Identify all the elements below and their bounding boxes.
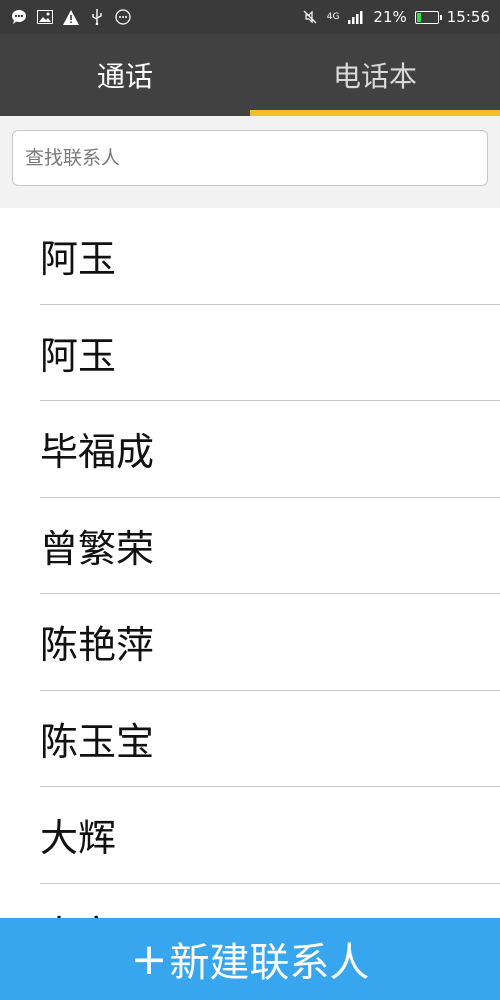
status-bar-left [10,8,132,26]
contact-name: 陈玉宝 [40,719,155,764]
new-contact-label: 新建联系人 [169,940,370,986]
mute-icon [301,8,319,26]
contact-row[interactable]: 陈玉宝 [40,691,500,787]
tab-bar: 通话 电话本 [0,34,500,116]
status-bar: 4G 21% 15:56 [0,0,500,34]
battery-level [416,12,421,22]
contact-row[interactable]: 陈艳萍 [40,594,500,691]
status-bar-right: 4G 21% 15:56 [301,8,490,26]
contact-name: 曾繁荣 [40,526,155,571]
contact-row[interactable]: 大辉 [40,787,500,884]
contact-row[interactable]: 曾繁荣 [40,498,500,594]
image-notification-icon [36,8,54,26]
contact-name: 陈艳萍 [40,623,155,668]
contact-name: 大文 [40,904,116,918]
tab-calls[interactable]: 通话 [0,34,250,116]
usb-icon [88,8,106,26]
battery-percent: 21% [373,8,407,26]
contact-list[interactable]: 阿玉 阿玉 毕福成 曾繁荣 陈艳萍 陈玉宝 大辉 大文 [0,208,500,918]
signal-icon [347,8,365,26]
battery-icon [414,10,442,24]
search-contacts-input[interactable] [12,130,488,186]
tab-calls-label: 通话 [96,60,153,93]
contact-name: 毕福成 [40,430,155,475]
plus-icon: + [130,933,168,985]
search-area [0,116,500,208]
clock: 15:56 [446,8,490,26]
tab-phonebook[interactable]: 电话本 [250,34,500,116]
contact-name: 大辉 [40,816,117,861]
network-type: 4G [326,12,340,22]
contact-name: 阿玉 [40,237,117,282]
contact-name: 阿玉 [40,333,117,378]
contact-row[interactable]: 阿玉 [40,305,500,401]
new-contact-button[interactable]: + 新建联系人 [0,918,500,1000]
chat-notification-icon [10,8,28,26]
contact-row[interactable]: 毕福成 [40,401,500,498]
contact-row[interactable]: 阿玉 [40,208,500,305]
more-notifications-icon [114,8,132,26]
contact-row[interactable]: 大文 [40,884,500,918]
tab-phonebook-label: 电话本 [332,60,417,93]
warning-icon [62,8,80,26]
